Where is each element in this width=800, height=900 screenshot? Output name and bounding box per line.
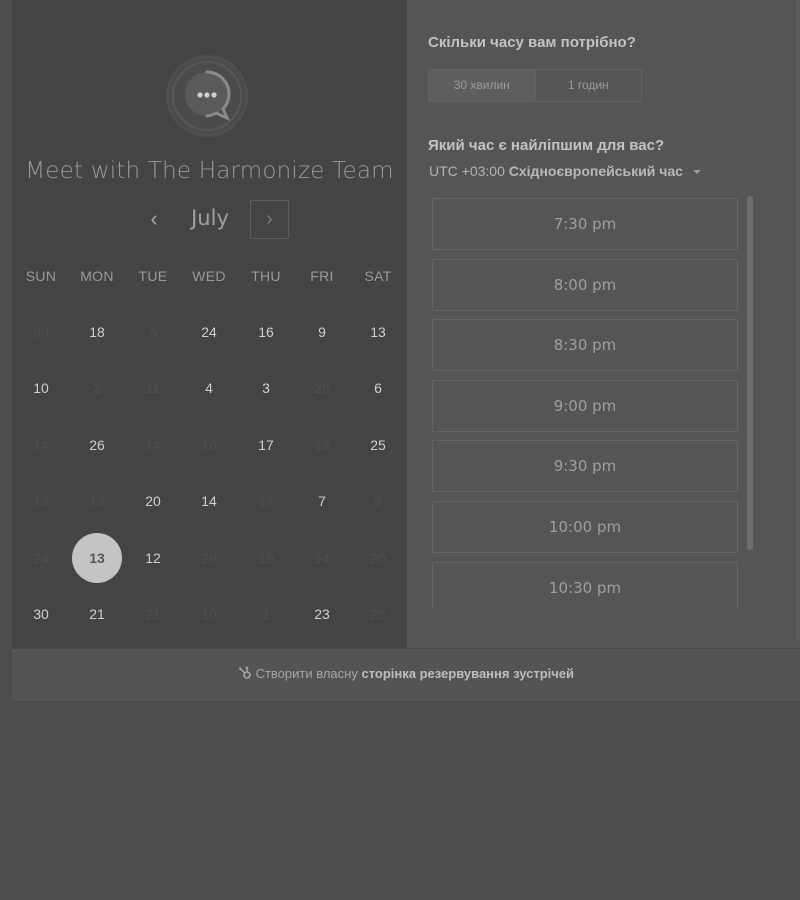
calendar-panel: Meet with The Harmonize Team ‹ July › SU… (12, 0, 407, 648)
day-cell-unavailable: 14 (314, 550, 330, 566)
day-cell[interactable]: 9 (297, 307, 347, 357)
day-cell[interactable]: 18 (72, 307, 122, 357)
duration-option-1-hour[interactable]: 1 годин (536, 70, 642, 101)
time-slot-button[interactable]: 7:30 pm (432, 198, 738, 250)
time-slot-button[interactable]: 8:00 pm (432, 258, 738, 311)
chevron-right-icon: › (266, 208, 273, 230)
weekday-label: SAT (364, 268, 392, 284)
weekday-label: FRI (310, 268, 334, 284)
next-month-button[interactable]: › (250, 200, 289, 239)
day-cell[interactable]: 24 (184, 307, 234, 357)
time-slot-scrollbar[interactable] (747, 196, 753, 550)
day-cell-unavailable: 5 (149, 324, 157, 340)
weekday-header: SUN MON TUE WED THU FRI SAT (12, 268, 407, 288)
month-label: July (191, 206, 229, 230)
chat-bubble-icon (172, 61, 242, 131)
day-cell[interactable]: 12 (128, 533, 178, 583)
day-cell-unavailable: 30 (33, 324, 49, 340)
day-cell-unavailable: 21 (145, 606, 161, 622)
duration-toggle: 30 хвилин 1 годин (428, 69, 642, 102)
day-cell[interactable]: 25 (353, 420, 403, 470)
day-cell[interactable]: 23 (297, 589, 347, 639)
caret-down-icon (692, 170, 701, 175)
weekday-label: TUE (138, 268, 168, 284)
day-cell-unavailable: 24 (33, 550, 49, 566)
hubspot-sprocket-icon (238, 666, 256, 681)
day-cell[interactable]: 21 (72, 589, 122, 639)
time-heading: Який час є найліпшим для вас? (428, 137, 665, 154)
day-cell[interactable]: 4 (184, 363, 234, 413)
time-slot-button[interactable]: 10:30 pm (432, 561, 738, 608)
time-slot-list[interactable]: 7:30 pm 8:00 pm 8:30 pm 9:00 pm 9:30 pm 10:00… (432, 196, 740, 608)
timezone-dropdown[interactable]: UTC +03:00 Східноєвропейський час (429, 163, 701, 179)
day-cell-unavailable: 14 (33, 437, 49, 453)
time-slot-button[interactable]: 9:30 pm (432, 440, 738, 493)
day-cell[interactable]: 10 (16, 363, 66, 413)
timezone-name: Східноєвропейський час (508, 163, 683, 179)
panel-edge (796, 0, 800, 640)
time-slot-button[interactable]: 8:30 pm (432, 319, 738, 372)
footer-bar: Створити власну сторінка резервування зу… (12, 650, 800, 701)
day-cell[interactable]: 14 (184, 476, 234, 526)
day-cell-unavailable: 13 (314, 437, 330, 453)
team-title: Meet with The Harmonize Team (25, 158, 394, 184)
day-cell-unavailable: 17 (258, 493, 274, 509)
day-cell[interactable]: 26 (72, 420, 122, 470)
time-slot-button[interactable]: 10:00 pm (432, 501, 738, 553)
day-cell[interactable]: 17 (241, 420, 291, 470)
weekday-label: WED (192, 268, 226, 284)
time-slot-button[interactable]: 9:00 pm (432, 379, 738, 432)
day-cell[interactable]: 13 (353, 307, 403, 357)
day-cell-unavailable: 20 (370, 550, 386, 566)
day-cell[interactable]: 6 (353, 363, 403, 413)
day-cell-unavailable: 13 (89, 493, 105, 509)
footer-text: Створити власну (255, 666, 358, 681)
footer-text-bold: сторінка резервування зустрічей (361, 666, 575, 681)
prev-month-button[interactable]: ‹ (140, 204, 168, 236)
day-cell-unavailable: 2 (93, 380, 101, 396)
timezone-offset: UTC +03:00 (429, 163, 505, 179)
day-cell[interactable]: 30 (16, 589, 66, 639)
day-cell[interactable]: 20 (128, 476, 178, 526)
day-cell-unavailable: 9 (374, 493, 382, 509)
weekday-label: THU (251, 268, 281, 284)
duration-option-30-min[interactable]: 30 хвилин (429, 70, 536, 101)
day-cell-unavailable: 16 (201, 437, 217, 453)
day-cell-selected[interactable]: 13 (72, 533, 122, 583)
day-cell-unavailable: 29 (201, 550, 217, 566)
day-cell-unavailable: 11 (145, 380, 161, 396)
team-avatar (169, 58, 245, 134)
duration-heading: Скільки часу вам потрібно? (428, 34, 636, 51)
day-cell-unavailable: 1 (262, 606, 270, 622)
weekday-label: SUN (25, 268, 57, 284)
day-cell-unavailable: 13 (33, 493, 49, 509)
day-cell-unavailable: 14 (145, 437, 161, 453)
day-cell-unavailable: 25 (370, 606, 386, 622)
day-cell[interactable]: 3 (241, 363, 291, 413)
create-booking-page-link[interactable]: Створити власну сторінка резервування зу… (12, 651, 800, 697)
day-cell-unavailable: 10 (201, 606, 217, 622)
chevron-left-icon: ‹ (150, 206, 158, 231)
day-cell[interactable]: 16 (241, 307, 291, 357)
day-cell-unavailable: 28 (314, 380, 330, 396)
weekday-label: MON (80, 268, 114, 284)
day-cell[interactable]: 7 (297, 476, 347, 526)
day-cell-unavailable: 19 (258, 550, 274, 566)
